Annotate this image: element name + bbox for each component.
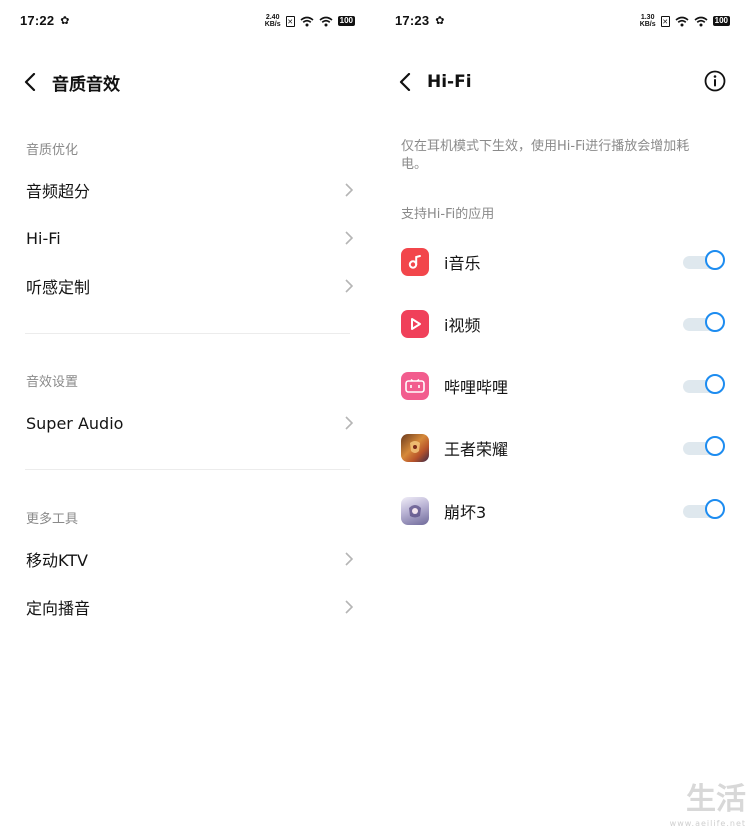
chevron-right-icon [345, 231, 353, 245]
chevron-right-icon [345, 183, 353, 197]
hifi-description: 仅在耳机模式下生效，使用Hi-Fi进行播放会增加耗电。 [401, 139, 690, 172]
hifi-screen: 17:23 ✿ 1.30 KB/s ✕ 100 Hi-Fi 仅在耳机模式下生效，使用… [375, 0, 750, 833]
status-bar: 17:23 ✿ 1.30 KB/s ✕ 100 [395, 10, 730, 32]
section-label-effects: 音效设置 [26, 375, 79, 390]
network-speed: 2.40 KB/s [264, 14, 281, 28]
back-arrow-icon[interactable] [399, 73, 411, 91]
signal-icon [694, 16, 708, 27]
hifi-toggle[interactable] [683, 436, 725, 460]
chevron-right-icon [345, 552, 353, 566]
menu-item-mobile-ktv[interactable]: 移动KTV [26, 535, 353, 583]
app-name: i音乐 [444, 254, 481, 273]
section-divider [25, 333, 350, 334]
game-app-icon [401, 497, 429, 525]
app-name: 哔哩哔哩 [444, 378, 509, 397]
page-header: Hi-Fi [399, 62, 730, 102]
section-divider [25, 469, 350, 470]
chevron-right-icon [345, 279, 353, 293]
system-icon: ✿ [60, 14, 70, 27]
app-row: i音乐 [401, 242, 725, 282]
app-row: 哔哩哔哩 [401, 366, 725, 406]
menu-item-directional-audio[interactable]: 定向播音 [26, 583, 353, 631]
status-bar: 17:22 ✿ 2.40 KB/s ✕ 100 [20, 10, 355, 32]
hifi-toggle[interactable] [683, 499, 725, 523]
apps-section-label: 支持Hi-Fi的应用 [401, 207, 495, 222]
system-icon: ✿ [435, 14, 445, 27]
watermark: 生活 www.aeilife.net [669, 782, 746, 828]
app-name: i视频 [444, 316, 481, 335]
page-header: 音质音效 [24, 62, 355, 102]
menu-item-audio-upscale[interactable]: 音频超分 [26, 166, 353, 214]
back-arrow-icon[interactable] [24, 73, 36, 91]
battery-icon: 100 [337, 16, 355, 26]
hifi-toggle[interactable] [683, 312, 725, 336]
signal-icon [319, 16, 333, 27]
network-speed: 1.30 KB/s [639, 14, 656, 28]
game-app-icon [401, 434, 429, 462]
chevron-right-icon [345, 416, 353, 430]
menu-item-super-audio[interactable]: Super Audio [26, 399, 353, 447]
status-time: 17:23 [395, 13, 430, 28]
music-app-icon [401, 248, 429, 276]
chevron-right-icon [345, 600, 353, 614]
status-time: 17:22 [20, 13, 55, 28]
app-name: 王者荣耀 [444, 440, 509, 459]
app-row: i视频 [401, 304, 725, 344]
menu-item-listening-custom[interactable]: 听感定制 [26, 262, 353, 310]
page-title: Hi-Fi [427, 72, 472, 92]
app-row: 崩坏3 [401, 491, 725, 531]
bilibili-app-icon [401, 372, 429, 400]
video-app-icon [401, 310, 429, 338]
page-title: 音质音效 [52, 74, 120, 95]
section-label-quality: 音质优化 [26, 143, 79, 158]
wifi-icon [300, 16, 314, 27]
menu-item-hifi[interactable]: Hi-Fi [26, 214, 353, 262]
battery-icon: 100 [712, 16, 730, 26]
hifi-toggle[interactable] [683, 374, 725, 398]
sound-settings-screen: 17:22 ✿ 2.40 KB/s ✕ 100 音质音效 音质优化 音频超分 Hi-… [0, 0, 375, 833]
app-row: 王者荣耀 [401, 428, 725, 468]
sim-icon: ✕ [660, 15, 670, 27]
app-name: 崩坏3 [444, 503, 487, 522]
wifi-icon [675, 16, 689, 27]
hifi-toggle[interactable] [683, 250, 725, 274]
section-label-tools: 更多工具 [26, 512, 79, 527]
info-icon[interactable] [704, 70, 726, 96]
sim-icon: ✕ [285, 15, 295, 27]
